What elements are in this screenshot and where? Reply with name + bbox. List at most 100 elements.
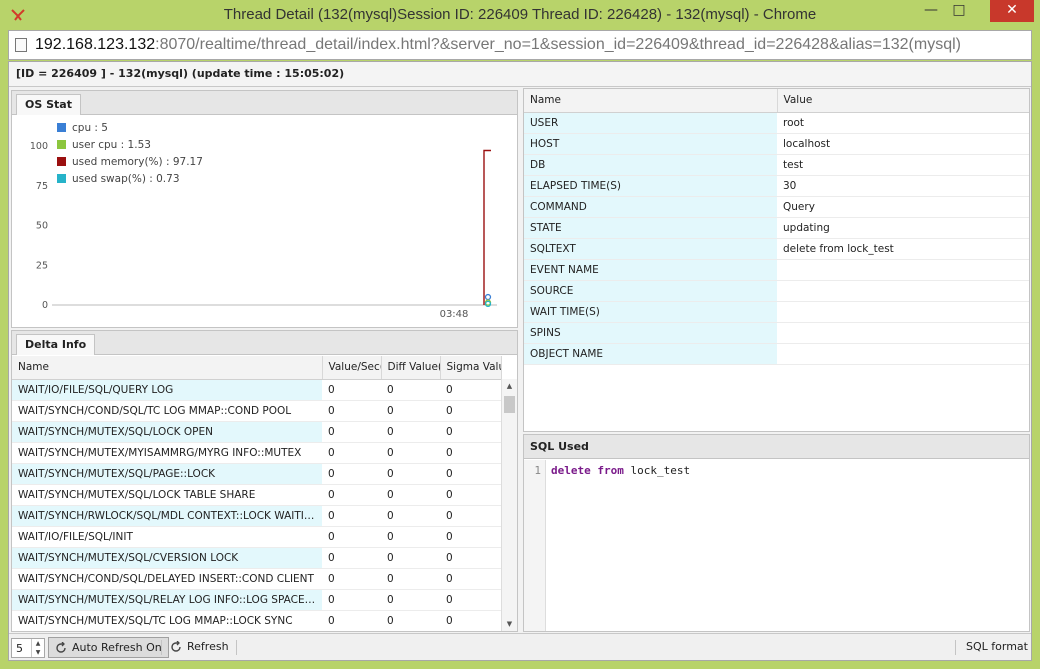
table-row[interactable]: WAIT/SYNCH/MUTEX/SQL/LOCK OPEN 0 0 0 bbox=[12, 421, 501, 443]
col-prop-value[interactable]: Value bbox=[777, 89, 1029, 113]
table-row[interactable]: OBJECT NAME bbox=[524, 343, 1029, 365]
table-row[interactable]: SOURCE bbox=[524, 280, 1029, 302]
scroll-thumb[interactable] bbox=[504, 396, 515, 413]
status-bar: 5 ▲ ▼ Auto Refresh On Refresh SQL format bbox=[9, 633, 1031, 660]
table-row[interactable]: WAIT/SYNCH/MUTEX/SQL/CVERSION LOCK 0 0 0 bbox=[12, 547, 501, 569]
table-row[interactable]: SQLTEXT delete from lock_test bbox=[524, 238, 1029, 260]
table-row[interactable]: WAIT/SYNCH/MUTEX/SQL/LOCK TABLE SHARE 0 0 0 bbox=[12, 484, 501, 506]
address-bar[interactable]: 192.168.123.132:8070/realtime/thread_det… bbox=[8, 30, 1032, 60]
thread-properties-panel: Name Value USER root HOST localhost DB test EL… bbox=[523, 88, 1030, 432]
delta-value-cell: 0 bbox=[322, 568, 381, 590]
table-row[interactable]: COMMAND Query bbox=[524, 196, 1029, 218]
delta-value-cell: 0 bbox=[440, 442, 501, 464]
legend-item[interactable]: cpu : 5 bbox=[57, 119, 203, 136]
series-line bbox=[483, 149, 491, 305]
table-row[interactable]: WAIT/SYNCH/MUTEX/SQL/RELAY LOG INFO::LOG… bbox=[12, 589, 501, 611]
table-row[interactable]: WAIT/SYNCH/MUTEX/SQL/TC LOG MMAP::LOCK S… bbox=[12, 610, 501, 631]
delta-value-cell: 0 bbox=[440, 547, 501, 569]
legend-swatch bbox=[57, 157, 66, 166]
legend-swatch bbox=[57, 140, 66, 149]
col-name[interactable]: Name bbox=[12, 356, 323, 380]
table-row[interactable]: WAIT/IO/FILE/SQL/INIT 0 0 0 bbox=[12, 526, 501, 548]
delta-value-cell: 0 bbox=[322, 547, 381, 569]
prop-value-cell: test bbox=[777, 154, 1029, 176]
table-row[interactable]: WAIT/IO/FILE/SQL/QUERY LOG 0 0 0 bbox=[12, 379, 501, 401]
refresh-interval-stepper[interactable]: 5 ▲ ▼ bbox=[11, 638, 45, 658]
delta-name-cell: WAIT/IO/FILE/SQL/INIT bbox=[12, 526, 322, 548]
legend-swatch bbox=[57, 174, 66, 183]
prop-name-cell: DB bbox=[524, 154, 777, 176]
delta-info-table: Name Value/Sec( Diff Value( Sigma Valu W… bbox=[12, 356, 502, 631]
table-row[interactable]: WAIT/SYNCH/COND/SQL/TC LOG MMAP::COND PO… bbox=[12, 400, 501, 422]
table-row[interactable]: SPINS bbox=[524, 322, 1029, 344]
prop-value-cell bbox=[777, 280, 1029, 302]
prop-name-cell: WAIT TIME(S) bbox=[524, 301, 777, 323]
delta-value-cell: 0 bbox=[381, 442, 440, 464]
url-text[interactable]: 192.168.123.132:8070/realtime/thread_det… bbox=[35, 36, 961, 54]
delta-info-panel: Delta Info Name Value/Sec( Diff Value( S… bbox=[11, 330, 518, 632]
tab-os-stat[interactable]: OS Stat bbox=[16, 94, 81, 115]
table-row[interactable]: HOST localhost bbox=[524, 133, 1029, 155]
close-button[interactable]: ✕ bbox=[990, 0, 1034, 22]
y-tick-label: 100 bbox=[30, 141, 48, 152]
delta-value-cell: 0 bbox=[440, 421, 501, 443]
prop-value-cell: Query bbox=[777, 196, 1029, 218]
col-prop-name[interactable]: Name bbox=[524, 89, 778, 113]
delta-name-cell: WAIT/SYNCH/COND/SQL/DELAYED INSERT::COND… bbox=[12, 568, 322, 590]
scroll-down-icon[interactable]: ▼ bbox=[502, 617, 517, 631]
col-value-sec[interactable]: Value/Sec( bbox=[322, 356, 382, 380]
col-diff-value[interactable]: Diff Value( bbox=[381, 356, 441, 380]
auto-refresh-button[interactable]: Auto Refresh On bbox=[48, 637, 169, 658]
status-separator bbox=[161, 640, 162, 655]
refresh-button[interactable]: Refresh bbox=[164, 637, 235, 658]
table-row[interactable]: WAIT/SYNCH/MUTEX/MYISAMMRG/MYRG INFO::MU… bbox=[12, 442, 501, 464]
prop-name-cell: SOURCE bbox=[524, 280, 777, 302]
table-row[interactable]: USER root bbox=[524, 112, 1029, 134]
status-separator bbox=[236, 640, 237, 655]
sql-editor[interactable]: 1 delete from lock_test bbox=[524, 460, 1029, 631]
prop-value-cell bbox=[777, 259, 1029, 281]
legend-item[interactable]: used swap(%) : 0.73 bbox=[57, 170, 203, 187]
sql-format-button[interactable]: SQL format bbox=[960, 637, 1034, 658]
prop-value-cell: 30 bbox=[777, 175, 1029, 197]
os-stat-tabstrip: OS Stat bbox=[12, 91, 517, 115]
delta-value-cell: 0 bbox=[381, 568, 440, 590]
minimize-button[interactable]: — bbox=[918, 0, 944, 22]
table-row[interactable]: DB test bbox=[524, 154, 1029, 176]
sql-code[interactable]: delete from lock_test bbox=[551, 464, 690, 477]
url-host: 192.168.123.132 bbox=[35, 36, 156, 53]
delta-value-cell: 0 bbox=[381, 421, 440, 443]
col-sigma-value[interactable]: Sigma Valu bbox=[440, 356, 502, 380]
table-row[interactable]: WAIT/SYNCH/MUTEX/SQL/PAGE::LOCK 0 0 0 bbox=[12, 463, 501, 485]
table-row[interactable]: ELAPSED TIME(S) 30 bbox=[524, 175, 1029, 197]
os-stat-panel: OS Stat 100 75 50 25 0 03:48 cpu : 5 user cpu … bbox=[11, 90, 518, 328]
tab-delta-info[interactable]: Delta Info bbox=[16, 334, 96, 355]
series-point bbox=[484, 293, 492, 301]
delta-value-cell: 0 bbox=[322, 526, 381, 548]
legend-label: cpu : 5 bbox=[72, 121, 108, 134]
delta-value-cell: 0 bbox=[381, 589, 440, 611]
scroll-up-icon[interactable]: ▲ bbox=[502, 379, 517, 393]
prop-value-cell: localhost bbox=[777, 133, 1029, 155]
delta-info-scrollbar[interactable]: ▲ ▼ bbox=[501, 379, 517, 631]
table-row[interactable]: STATE updating bbox=[524, 217, 1029, 239]
delta-value-cell: 0 bbox=[381, 547, 440, 569]
page-content: [ID = 226409 ] - 132(mysql) (update time… bbox=[8, 61, 1032, 661]
legend-item[interactable]: used memory(%) : 97.17 bbox=[57, 153, 203, 170]
delta-value-cell: 0 bbox=[322, 505, 381, 527]
maximize-button[interactable]: □ bbox=[946, 0, 972, 22]
legend-item[interactable]: user cpu : 1.53 bbox=[57, 136, 203, 153]
table-row[interactable]: EVENT NAME bbox=[524, 259, 1029, 281]
y-tick-label: 25 bbox=[36, 260, 48, 271]
legend-swatch bbox=[57, 123, 66, 132]
refresh-cycle-icon bbox=[56, 642, 66, 653]
delta-value-cell: 0 bbox=[322, 463, 381, 485]
stepper-arrows-icon[interactable]: ▲ ▼ bbox=[31, 639, 44, 657]
delta-value-cell: 0 bbox=[322, 379, 381, 401]
sql-keyword-from: from bbox=[597, 464, 624, 477]
table-row[interactable]: WAIT/SYNCH/RWLOCK/SQL/MDL CONTEXT::LOCK … bbox=[12, 505, 501, 527]
table-row[interactable]: WAIT TIME(S) bbox=[524, 301, 1029, 323]
delta-value-cell: 0 bbox=[322, 442, 381, 464]
table-row[interactable]: WAIT/SYNCH/COND/SQL/DELAYED INSERT::COND… bbox=[12, 568, 501, 590]
sql-used-title: SQL Used bbox=[524, 435, 1029, 459]
